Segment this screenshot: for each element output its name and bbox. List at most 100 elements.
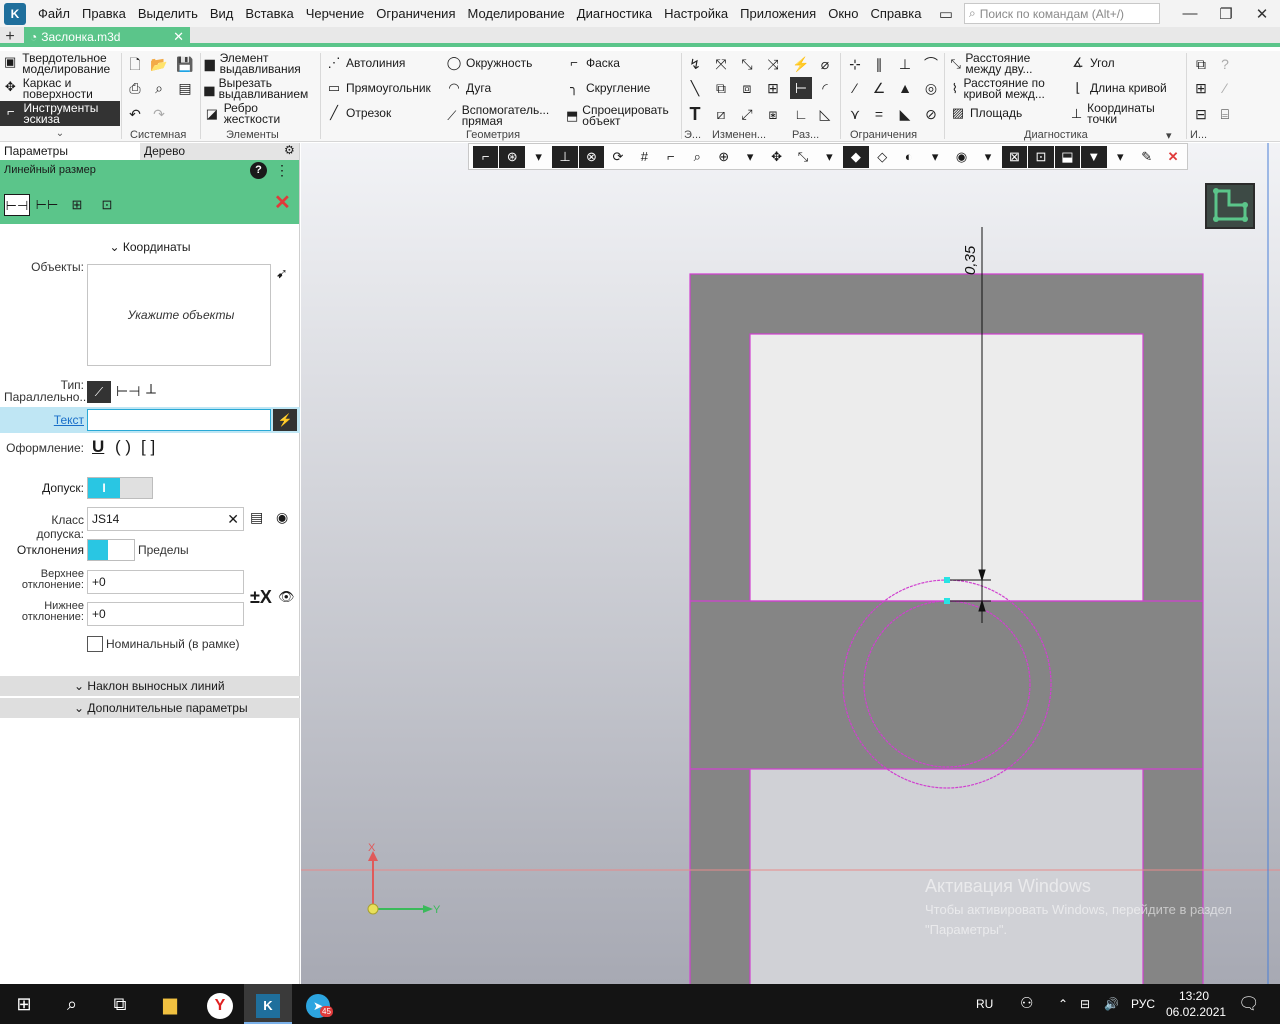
linear-dimension-icon[interactable]: ⊢	[790, 77, 812, 99]
menu-applications[interactable]: Приложения	[734, 0, 822, 27]
mirror-icon[interactable]: ⧈	[736, 77, 758, 99]
aux-line-button[interactable]: ⟋ Вспомогатель... прямая	[446, 104, 558, 127]
task-view-icon[interactable]: ⧉	[96, 984, 144, 1024]
lower-deviation-input[interactable]: +0	[87, 602, 244, 626]
tolerance-toggle[interactable]: I	[87, 477, 153, 499]
kompas-taskbar-icon[interactable]: K	[244, 984, 292, 1024]
rotate-icon[interactable]: ⤡	[736, 53, 758, 75]
refresh-icon[interactable]: ⟳	[605, 146, 630, 168]
tolerance-class-input[interactable]: JS14 ✕	[87, 507, 244, 531]
lightning-icon[interactable]: ⚡	[273, 409, 297, 431]
move-icon[interactable]: ⤧	[710, 53, 732, 75]
menu-settings[interactable]: Настройка	[658, 0, 734, 27]
layout-icon[interactable]: ▭	[928, 5, 964, 23]
diameter-dimension-icon[interactable]: ⌀	[814, 53, 836, 75]
project-object-button[interactable]: ⬒ Спроецировать объект	[566, 104, 678, 127]
orient-icon[interactable]: ⊥	[552, 145, 578, 168]
zoom-icon[interactable]: ⌕	[685, 146, 710, 168]
magnet-icon[interactable]: ⊗	[578, 145, 605, 168]
menu-constraints[interactable]: Ограничения	[370, 0, 461, 27]
telegram-icon[interactable]: ➤ 45	[294, 984, 342, 1024]
dropdown-icon[interactable]: ▾	[1108, 146, 1133, 168]
objects-field[interactable]: Укажите объекты	[87, 264, 271, 366]
tab-tree[interactable]: Дерево	[140, 143, 280, 160]
horizontal-type-icon[interactable]: ⊢⊣	[116, 383, 140, 400]
variables-icon[interactable]: ⊞	[1190, 77, 1212, 99]
close-tab-icon[interactable]: ✕	[173, 29, 184, 45]
clock[interactable]: 13:20 06.02.2021	[1166, 984, 1226, 1024]
area-button[interactable]: ▨ Площадь	[950, 105, 1022, 121]
deviations-limits-toggle[interactable]	[87, 539, 135, 561]
coordinates-section-header[interactable]: ⌄ Координаты	[0, 240, 300, 256]
tab-parameters[interactable]: Параметры	[0, 143, 140, 160]
section-icon[interactable]: ⊠	[1001, 145, 1028, 168]
windows-start-icon[interactable]: ⊞	[0, 984, 48, 1024]
preview-icon[interactable]: ⌕	[148, 77, 170, 99]
concentric-icon[interactable]: ◎	[920, 77, 942, 99]
command-search-input[interactable]: ⌕ Поиск по командам (Alt+/)	[964, 3, 1160, 24]
distance-button[interactable]: ⤡ Расстояние между дву...	[950, 52, 1062, 75]
menu-edit[interactable]: Правка	[76, 0, 132, 27]
circle-button[interactable]: ◯ Окружность	[446, 55, 533, 71]
cancel-command-icon[interactable]: ✕	[274, 190, 291, 215]
text-link[interactable]: Текст	[4, 413, 84, 427]
trim-icon[interactable]: ↯	[684, 53, 706, 75]
slope-section-header[interactable]: ⌄ Наклон выносных линий	[0, 676, 300, 696]
keyboard-layout[interactable]: РУС	[1131, 984, 1155, 1024]
close-window-button[interactable]: ✕	[1244, 5, 1280, 23]
menu-modeling[interactable]: Моделирование	[462, 0, 571, 27]
menu-drawing[interactable]: Черчение	[300, 0, 371, 27]
inactive-tool-2-icon[interactable]: ⁄	[1214, 77, 1236, 99]
restore-button[interactable]: ❐	[1208, 5, 1244, 23]
copy-icon[interactable]: ⧉	[710, 77, 732, 99]
pan-icon[interactable]: ✥	[764, 146, 789, 168]
file-explorer-icon[interactable]: ▆	[146, 984, 194, 1024]
info-table-icon[interactable]: ⊟	[1190, 103, 1212, 125]
shaded-icon[interactable]: ◆	[843, 145, 869, 168]
new-tab-button[interactable]: +	[0, 27, 20, 47]
menu-file[interactable]: Файл	[32, 0, 76, 27]
dropdown-icon[interactable]: ▾	[737, 146, 762, 168]
dimension-handle[interactable]	[944, 598, 950, 604]
swap-deviations-icon[interactable]: ±X	[250, 587, 272, 608]
search-icon[interactable]: ⌕	[48, 984, 96, 1024]
nominal-checkbox[interactable]	[87, 636, 103, 652]
segment-button[interactable]: ╱ Отрезок	[326, 105, 391, 121]
local-cs-icon[interactable]: ⌐	[658, 146, 683, 168]
mode-surfaces[interactable]: ✥ Каркас и поверхности	[0, 76, 120, 101]
extra-section-header[interactable]: ⌄ Дополнительные параметры	[0, 698, 300, 718]
hide-eye-icon[interactable]: ◉	[276, 509, 288, 526]
symmetry-icon[interactable]: ⋎	[844, 103, 866, 125]
curve-length-button[interactable]: ⌊ Длина кривой	[1070, 80, 1166, 96]
save-icon[interactable]: 💾	[174, 53, 196, 75]
expand-modes-icon[interactable]: ⌄	[0, 128, 120, 139]
dropdown-icon[interactable]: ▾	[817, 146, 842, 168]
radius-dimension-icon[interactable]: ◜	[814, 77, 836, 99]
tree-view-icon[interactable]: ⋮	[275, 162, 289, 179]
snap-icon[interactable]: ⊛	[499, 145, 525, 168]
scale-icon[interactable]: ⤨	[762, 53, 784, 75]
baseline-dimension-icon[interactable]: ⊞	[64, 194, 90, 216]
angle-measure-button[interactable]: ∡ Угол	[1070, 55, 1114, 71]
dropdown-icon[interactable]: ▾	[975, 146, 1000, 168]
menu-diagnostics[interactable]: Диагностика	[571, 0, 658, 27]
text-icon[interactable]: T	[684, 103, 706, 125]
sketch-exit-button[interactable]	[1205, 183, 1255, 229]
cut-extrude-button[interactable]: ▅ Вырезать выдавливанием	[204, 77, 316, 100]
brackets-format-button[interactable]: ( )	[115, 437, 131, 457]
clip-icon[interactable]: ⊡	[1028, 145, 1054, 168]
kompas-logo-icon[interactable]: K	[4, 2, 26, 25]
sketch-mode-icon[interactable]: ⌐	[473, 145, 499, 168]
menu-view[interactable]: Вид	[204, 0, 240, 27]
chamfer-button[interactable]: ⌐ Фаска	[566, 55, 620, 71]
mode-sketch-tools[interactable]: ⌐ Инструменты эскиза	[0, 101, 120, 126]
stretch-icon[interactable]: ⤢	[736, 103, 758, 125]
new-file-icon[interactable]: 🗋	[124, 53, 146, 75]
expand-diagnostics-icon[interactable]: ▾	[1166, 129, 1172, 142]
mode-solid[interactable]: ▣ Твердотельное моделирование	[0, 51, 120, 76]
underline-format-button[interactable]: U	[92, 437, 104, 457]
dropdown-icon[interactable]: ▾	[922, 146, 947, 168]
extrude-button[interactable]: ▆ Элемент выдавливания	[204, 52, 316, 75]
people-icon[interactable]: ⚇	[1020, 984, 1033, 1024]
tolerance-table-icon[interactable]: ▤	[250, 509, 263, 526]
